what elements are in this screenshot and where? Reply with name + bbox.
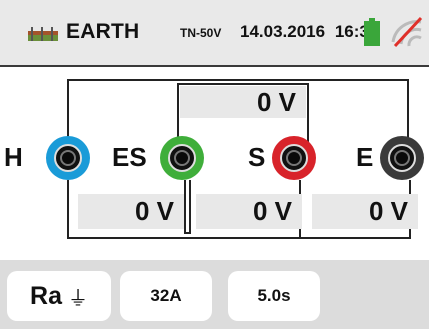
terminal-e <box>380 136 424 180</box>
terminal-es <box>160 136 204 180</box>
header-bar: EARTH TN-50V 14.03.2016 16:34 <box>0 0 429 67</box>
earth-test-screen: EARTH TN-50V 14.03.2016 16:34 0 V 0 V 0 … <box>0 0 429 329</box>
voltage-readout-1: 0 V <box>78 194 184 229</box>
current-setting-button[interactable]: 32A <box>120 271 212 321</box>
battery-icon <box>364 18 380 46</box>
date-text: 14.03.2016 <box>240 22 326 41</box>
function-ra-button[interactable]: Ra ⏚ <box>7 271 111 321</box>
mode-title: EARTH <box>66 20 140 43</box>
top-voltage-readout: 0 V <box>180 86 306 118</box>
date-time: 14.03.2016 16:34 <box>240 22 378 42</box>
time-setting-button[interactable]: 5.0s <box>228 271 320 321</box>
function-label: Ra <box>30 281 62 310</box>
terminal-h <box>46 136 90 180</box>
terminal-label-es: ES <box>112 142 147 172</box>
mode-subtitle: TN-50V <box>180 26 222 40</box>
terminal-label-s: S <box>248 142 266 172</box>
terminal-label-h: H <box>4 142 23 172</box>
voltage-readout-3: 0 V <box>312 194 418 229</box>
terminal-s <box>272 136 316 180</box>
terminal-label-e: E <box>356 142 374 172</box>
ground-rods-icon <box>28 27 58 41</box>
voltage-readout-2: 0 V <box>196 194 302 229</box>
ground-symbol-icon: ⏚ <box>67 287 88 310</box>
no-wireless-icon <box>391 16 423 48</box>
